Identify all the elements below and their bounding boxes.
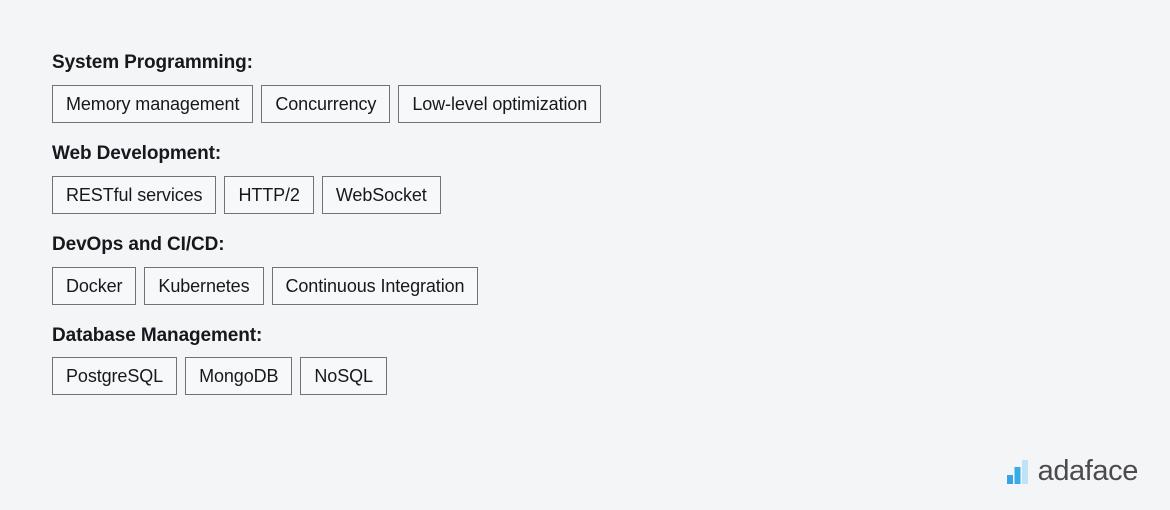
- skill-tag[interactable]: HTTP/2: [224, 175, 314, 214]
- group-heading: Database Management:: [52, 324, 263, 346]
- skill-group-devops-and-cicd: DevOps and CI/CD: Docker Kubernetes Cont…: [52, 234, 1170, 305]
- tag-row: PostgreSQL MongoDB NoSQL: [52, 357, 1170, 396]
- adaface-logo: adaface: [1006, 455, 1139, 487]
- group-heading: System Programming:: [52, 52, 253, 73]
- brand-name: adaface: [1037, 455, 1139, 487]
- tag-row: Memory management Concurrency Low-level …: [52, 84, 1170, 123]
- skill-group-database-management: Database Management: PostgreSQL MongoDB …: [52, 325, 1170, 396]
- skill-tag[interactable]: PostgreSQL: [52, 357, 178, 396]
- skill-tag[interactable]: Low-level optimization: [398, 84, 602, 123]
- skill-tag[interactable]: NoSQL: [300, 357, 387, 396]
- skill-tag[interactable]: Docker: [52, 266, 137, 305]
- skill-tag[interactable]: Continuous Integration: [271, 266, 479, 305]
- skill-tag[interactable]: Concurrency: [261, 84, 391, 123]
- group-heading: DevOps and CI/CD:: [52, 233, 225, 255]
- skill-group-system-programming: System Programming: Memory management Co…: [52, 52, 1170, 123]
- group-heading: Web Development:: [52, 142, 222, 164]
- skill-tag[interactable]: WebSocket: [321, 175, 441, 214]
- skill-tag[interactable]: Memory management: [52, 84, 254, 123]
- tag-row: RESTful services HTTP/2 WebSocket: [52, 175, 1170, 214]
- tag-row: Docker Kubernetes Continuous Integration: [52, 266, 1170, 305]
- skills-panel: System Programming: Memory management Co…: [0, 0, 1170, 510]
- skill-tag[interactable]: Kubernetes: [144, 266, 264, 305]
- skill-group-web-development: Web Development: RESTful services HTTP/2…: [52, 143, 1170, 214]
- bar-chart-logo-icon: [1006, 459, 1028, 484]
- skill-tag[interactable]: RESTful services: [52, 175, 217, 214]
- skill-tag[interactable]: MongoDB: [185, 357, 293, 396]
